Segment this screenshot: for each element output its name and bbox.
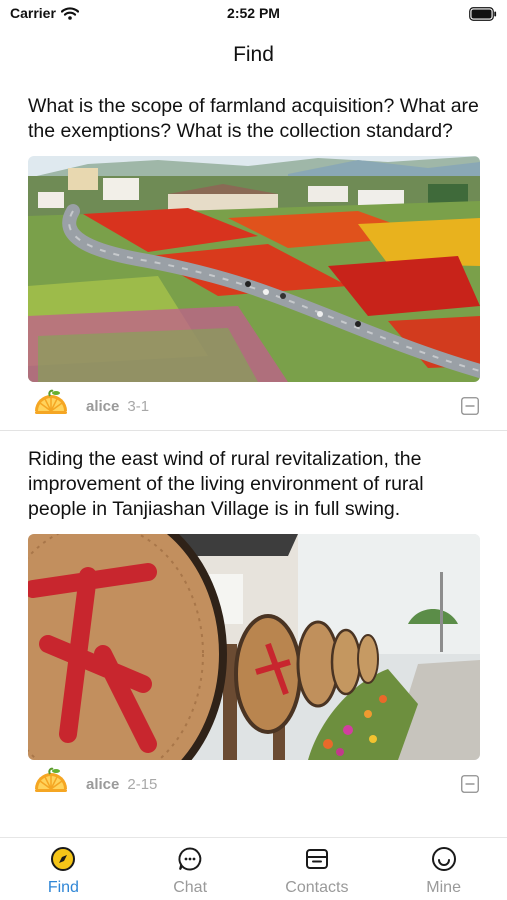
post-image[interactable] — [28, 534, 480, 760]
tab-bar: Find Chat Contacts Mine — [0, 837, 507, 900]
orange-slice-avatar-icon — [35, 389, 67, 414]
battery-icon — [469, 7, 497, 21]
compass-icon — [51, 847, 76, 871]
post-title[interactable]: Riding the east wind of rural revitaliza… — [28, 447, 479, 522]
tab-label: Contacts — [285, 879, 349, 896]
post-meta: alice 2-15 — [28, 760, 479, 808]
post-author[interactable]: alice — [86, 776, 119, 793]
status-bar: Carrier 2:52 PM — [0, 0, 507, 30]
collapse-icon[interactable] — [461, 775, 479, 793]
tab-label: Mine — [426, 879, 461, 896]
post-card[interactable]: Riding the east wind of rural revitaliza… — [0, 431, 507, 808]
tab-contacts[interactable]: Contacts — [254, 838, 381, 900]
smiley-icon — [431, 847, 456, 871]
page-title: Find — [233, 43, 274, 66]
tab-find[interactable]: Find — [0, 838, 127, 900]
status-time: 2:52 PM — [227, 5, 280, 21]
post-card[interactable]: What is the scope of farmland acquisitio… — [0, 94, 507, 430]
post-feed: What is the scope of farmland acquisitio… — [0, 88, 507, 808]
orange-slice-avatar-icon — [35, 767, 67, 792]
post-meta: alice 3-1 — [28, 382, 479, 430]
tab-label: Find — [47, 879, 79, 896]
post-image[interactable] — [28, 156, 480, 382]
contacts-card-icon — [305, 849, 328, 869]
collapse-icon[interactable] — [461, 397, 479, 415]
chat-bubble-icon — [178, 847, 202, 871]
tab-label: Chat — [173, 879, 208, 896]
post-title[interactable]: What is the scope of farmland acquisitio… — [28, 94, 479, 144]
post-date: 3-1 — [127, 397, 150, 415]
tab-chat[interactable]: Chat — [127, 838, 254, 900]
post-date: 2-15 — [127, 775, 158, 793]
post-author[interactable]: alice — [86, 398, 119, 415]
tab-mine[interactable]: Mine — [380, 838, 507, 900]
